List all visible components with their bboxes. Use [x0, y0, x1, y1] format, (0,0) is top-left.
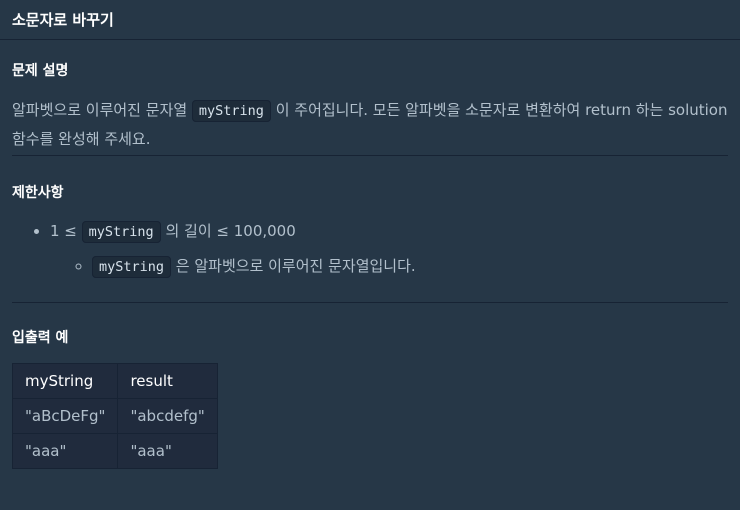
description-heading: 문제 설명: [12, 63, 69, 79]
examples-heading: 입출력 예: [12, 330, 69, 346]
table-cell: "aaa": [117, 433, 218, 469]
limits-sublist: myString 은 알파벳으로 이루어진 문자열입니다.: [50, 251, 728, 282]
description-text: 알파벳으로 이루어진 문자열 myString 이 주어집니다. 모든 알파벳을…: [12, 96, 728, 153]
examples-section: 입출력 예 myString result "aBcDeFg" "abcdefg…: [11, 303, 728, 469]
description-section: 문제 설명 알파벳으로 이루어진 문자열 myString 이 주어집니다. 모…: [12, 40, 728, 156]
description-code: myString: [191, 100, 271, 122]
problem-header: 소문자로 바꾸기: [0, 0, 740, 40]
column-header-mystring: myString: [11, 363, 119, 399]
limit-item-code: myString: [81, 221, 161, 243]
examples-table: myString result "aBcDeFg" "abcdefg" "aaa…: [11, 363, 218, 469]
limit-item: 1 ≤ myString 의 길이 ≤ 100,000 myString 은 알…: [50, 216, 728, 282]
table-row: "aBcDeFg" "abcdefg": [11, 398, 218, 434]
limit-item-suffix: 의 길이 ≤ 100,000: [160, 222, 296, 240]
table-cell: "aaa": [11, 433, 119, 469]
limits-list: 1 ≤ myString 의 길이 ≤ 100,000 myString 은 알…: [12, 216, 728, 282]
limit-subitem-code: myString: [92, 256, 172, 278]
table-header-row: myString result: [11, 363, 218, 399]
column-header-result: result: [117, 363, 218, 399]
problem-content: 문제 설명 알파벳으로 이루어진 문자열 myString 이 주어집니다. 모…: [0, 40, 740, 469]
limits-section: 제한사항 1 ≤ myString 의 길이 ≤ 100,000 myStrin…: [12, 156, 728, 303]
table-cell: "abcdefg": [117, 398, 218, 434]
limit-subitem-suffix: 은 알파벳으로 이루어진 문자열입니다.: [171, 257, 416, 275]
problem-title: 소문자로 바꾸기: [12, 11, 114, 29]
limits-heading: 제한사항: [12, 185, 64, 201]
limit-item-prefix: 1 ≤: [50, 222, 82, 240]
table-cell: "aBcDeFg": [11, 398, 119, 434]
table-row: "aaa" "aaa": [11, 433, 218, 469]
description-text-part-1: 알파벳으로 이루어진 문자열: [12, 101, 192, 119]
limit-subitem: myString 은 알파벳으로 이루어진 문자열입니다.: [92, 251, 728, 282]
